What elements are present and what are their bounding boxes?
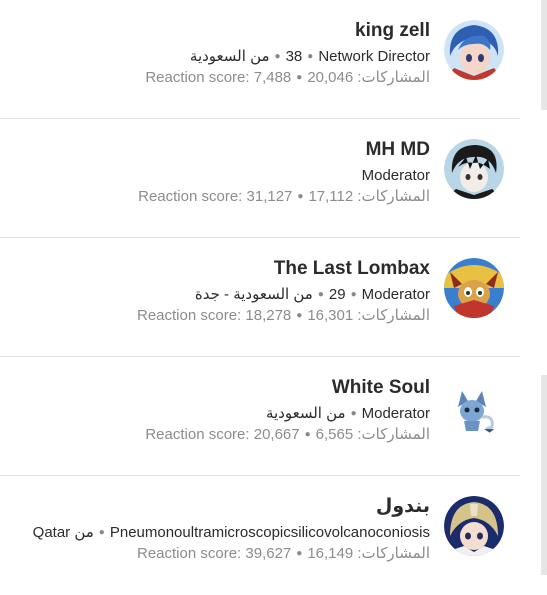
anime-character-hooded-avatar-icon [444, 496, 504, 556]
reaction-score: Reaction score: 31,127 [138, 186, 292, 207]
member-info: king zell Network Director●38●من السعودي… [145, 18, 430, 89]
member-stats: المشاركات: 16,301●Reaction score: 18,278 [137, 305, 430, 326]
member-info: White Soul Moderator●من السعودية المشارك… [145, 375, 430, 446]
messages-value: 6,565 [315, 426, 354, 443]
user-location: من Qatar [32, 524, 94, 541]
user-title: Moderator [361, 167, 430, 184]
reaction-value: 18,278 [245, 307, 292, 324]
messages-value: 20,046 [307, 69, 354, 86]
member-stats: المشاركات: 20,046●Reaction score: 7,488 [145, 67, 430, 88]
member-item: king zell Network Director●38●من السعودي… [0, 0, 520, 119]
reaction-score: Reaction score: 18,278 [137, 305, 291, 326]
reaction-value: 7,488 [253, 69, 292, 86]
user-title: Moderator [361, 286, 430, 303]
reaction-label: Reaction score: [137, 545, 242, 562]
reaction-score: Reaction score: 20,667 [145, 424, 299, 445]
user-age: 38 [285, 48, 303, 65]
avatar[interactable] [444, 496, 504, 556]
reaction-score: Reaction score: 7,488 [145, 67, 291, 88]
member-list: king zell Network Director●38●من السعودي… [0, 0, 520, 575]
member-info: The Last Lombax Moderator●29●من السعودية… [137, 256, 430, 327]
user-location: من السعودية [189, 48, 270, 65]
username-link[interactable]: White Soul [145, 375, 430, 401]
messages-value: 17,112 [308, 188, 354, 205]
username-link[interactable]: بندول [33, 494, 430, 520]
avatar[interactable] [444, 258, 504, 318]
reaction-value: 31,127 [246, 188, 293, 205]
reaction-label: Reaction score: [138, 188, 243, 205]
scrollbar-track-segment [541, 0, 547, 110]
messages-label: المشاركات: [357, 545, 430, 562]
member-item: بندول Pneumonoultramicroscopicsilicovolc… [0, 476, 520, 595]
reaction-label: Reaction score: [137, 307, 242, 324]
user-title: Network Director [318, 48, 430, 65]
username-link[interactable]: king zell [145, 18, 430, 44]
member-info: MH MD Moderator المشاركات: 17,112●Reacti… [138, 137, 430, 208]
user-location: من السعودية [265, 405, 346, 422]
username-link[interactable]: MH MD [138, 137, 430, 163]
member-info: بندول Pneumonoultramicroscopicsilicovolc… [33, 494, 430, 565]
small-creature-avatar-icon [444, 377, 504, 437]
member-blurb: Moderator●29●من السعودية - جدة [194, 286, 430, 303]
member-stats: المشاركات: 6,565●Reaction score: 20,667 [145, 424, 430, 445]
reaction-score: Reaction score: 39,627 [137, 543, 291, 564]
reaction-value: 39,627 [245, 545, 292, 562]
member-blurb: Network Director●38●من السعودية [189, 48, 430, 65]
user-location: من السعودية - جدة [194, 286, 313, 303]
member-stats: المشاركات: 17,112●Reaction score: 31,127 [138, 186, 430, 207]
member-item: White Soul Moderator●من السعودية المشارك… [0, 357, 520, 476]
avatar[interactable] [444, 377, 504, 437]
reaction-value: 20,667 [253, 426, 300, 443]
messages-label: المشاركات: [357, 307, 430, 324]
username-link[interactable]: The Last Lombax [137, 256, 430, 282]
reaction-label: Reaction score: [145, 69, 250, 86]
user-age: 29 [328, 286, 346, 303]
anime-boy-blue-hair-avatar-icon [444, 20, 504, 80]
member-item: The Last Lombax Moderator●29●من السعودية… [0, 238, 520, 357]
user-title: Pneumonoultramicroscopicsilicovolcanocon… [109, 524, 430, 541]
member-blurb: Pneumonoultramicroscopicsilicovolcanocon… [32, 524, 430, 541]
member-blurb: Moderator [138, 165, 430, 186]
avatar[interactable] [444, 20, 504, 80]
cartoon-character-avatar-icon [444, 258, 504, 318]
messages-label: المشاركات: [357, 69, 430, 86]
messages-label: المشاركات: [357, 188, 430, 205]
messages-value: 16,149 [307, 545, 354, 562]
messages-label: المشاركات: [357, 426, 430, 443]
scrollbar-track-segment [541, 375, 547, 575]
member-item: MH MD Moderator المشاركات: 17,112●Reacti… [0, 119, 520, 238]
reaction-label: Reaction score: [145, 426, 250, 443]
messages-value: 16,301 [307, 307, 354, 324]
avatar[interactable] [444, 139, 504, 199]
anime-character-black-hair-avatar-icon [444, 139, 504, 199]
member-stats: المشاركات: 16,149●Reaction score: 39,627 [137, 543, 430, 564]
user-title: Moderator [361, 405, 430, 422]
member-blurb: Moderator●من السعودية [265, 405, 430, 422]
